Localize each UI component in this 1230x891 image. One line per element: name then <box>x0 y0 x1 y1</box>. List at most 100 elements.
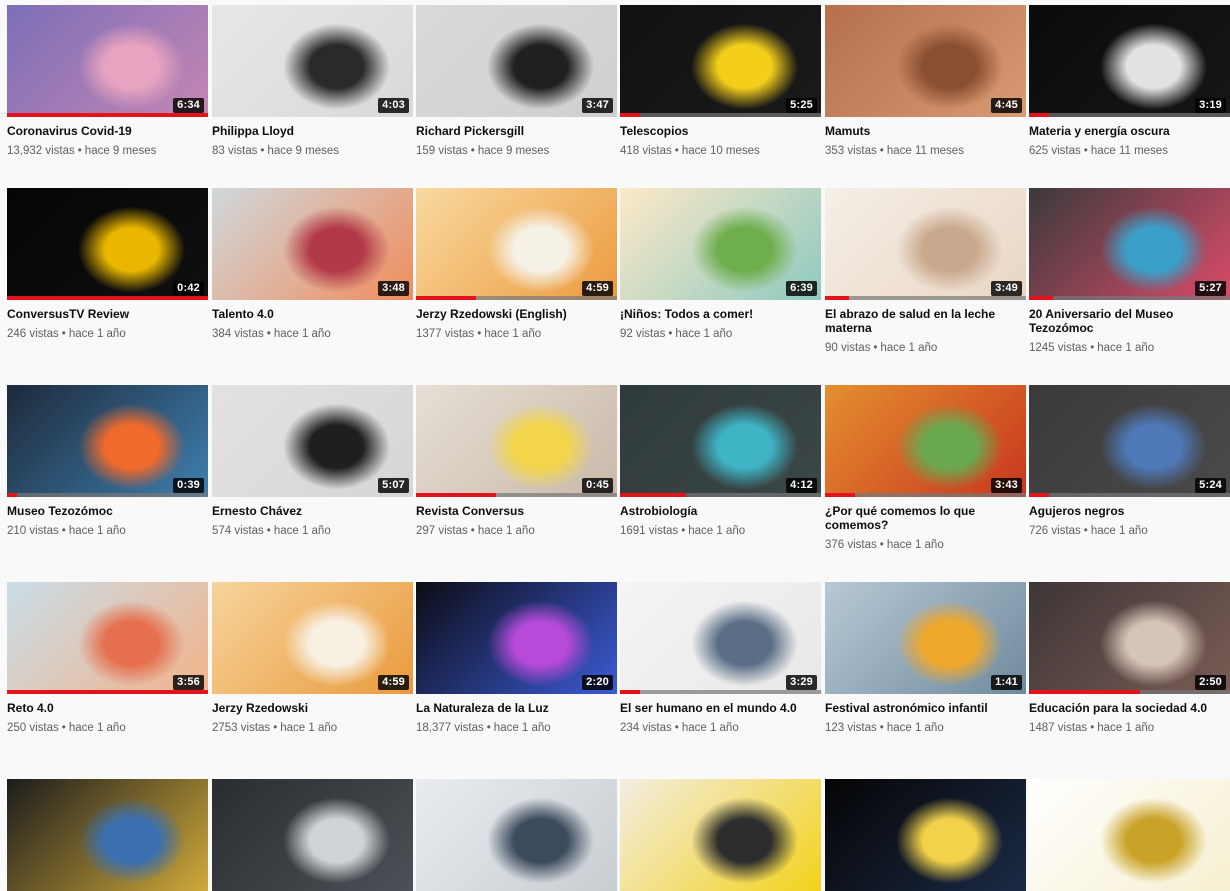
video-thumbnail[interactable]: 5:07 <box>212 385 413 497</box>
video-thumbnail[interactable] <box>825 779 1026 891</box>
video-title[interactable]: Jerzy Rzedowski (English) <box>416 307 608 321</box>
video-thumbnail[interactable]: 3:43 <box>825 385 1026 497</box>
video-thumbnail[interactable]: 3:19 <box>1029 5 1230 117</box>
video-title[interactable]: Talento 4.0 <box>212 307 404 321</box>
video-title[interactable]: ConversusTV Review <box>7 307 199 321</box>
video-card-video[interactable] <box>825 779 1026 891</box>
video-title[interactable]: Agujeros negros <box>1029 504 1221 518</box>
video-title[interactable]: El abrazo de salud en la leche materna <box>825 307 1017 335</box>
video-thumbnail[interactable]: 3:49 <box>825 188 1026 300</box>
video-title[interactable]: Educación para la sociedad 4.0 <box>1029 701 1221 715</box>
video-card-video[interactable] <box>212 779 413 891</box>
video-metadata: 1487 vistas • hace 1 año <box>1029 721 1230 735</box>
video-thumbnail[interactable]: 5:25 <box>620 5 821 117</box>
video-title[interactable]: Festival astronómico infantil <box>825 701 1017 715</box>
view-count: 297 vistas <box>416 525 468 537</box>
thumbnail-image <box>7 779 208 891</box>
video-card-telescopios[interactable]: 5:25 Telescopios 418 vistas • hace 10 meses <box>620 5 821 158</box>
video-thumbnail[interactable]: 3:47 <box>416 5 617 117</box>
video-thumbnail[interactable]: 4:59 <box>416 188 617 300</box>
video-title[interactable]: ¡Niños: Todos a comer! <box>620 307 812 321</box>
video-card-philippa-lloyd[interactable]: 4:03 Philippa Lloyd 83 vistas • hace 9 meses <box>212 5 413 158</box>
video-card-por-que-comemos-lo-que-comemos[interactable]: 3:43 ¿Por qué comemos lo que comemos? 376 … <box>825 385 1026 552</box>
video-thumbnail[interactable]: 4:03 <box>212 5 413 117</box>
video-thumbnail[interactable]: 0:42 <box>7 188 208 300</box>
video-title[interactable]: El ser humano en el mundo 4.0 <box>620 701 812 715</box>
thumbnail-image <box>416 779 617 891</box>
video-thumbnail[interactable]: 6:39 <box>620 188 821 300</box>
video-title[interactable]: Materia y energía oscura <box>1029 124 1221 138</box>
video-card-coronavirus-covid-19[interactable]: 6:34 Coronavirus Covid-19 13,932 vistas • ha… <box>7 5 208 158</box>
video-title[interactable]: La Naturaleza de la Luz <box>416 701 608 715</box>
video-thumbnail[interactable]: 3:29 <box>620 582 821 694</box>
video-title[interactable]: Jerzy Rzedowski <box>212 701 404 715</box>
video-title[interactable]: 20 Aniversario del Museo Tezozómoc <box>1029 307 1221 335</box>
video-card-materia-y-energia-oscura[interactable]: 3:19 Materia y energía oscura 625 vistas • h… <box>1029 5 1230 158</box>
video-title[interactable]: Telescopios <box>620 124 812 138</box>
video-card-el-abrazo-de-salud-en-la-leche-materna[interactable]: 3:49 El abrazo de salud en la leche mater… <box>825 188 1026 355</box>
video-card-jerzy-rzedowski[interactable]: 4:59 Jerzy Rzedowski 2753 vistas • hace 1 añ… <box>212 582 413 735</box>
video-title[interactable]: Reto 4.0 <box>7 701 199 715</box>
separator-dot: • <box>61 525 66 537</box>
video-card-talento-4-0[interactable]: 3:48 Talento 4.0 384 vistas • hace 1 año <box>212 188 413 341</box>
video-card-jerzy-rzedowski-english[interactable]: 4:59 Jerzy Rzedowski (English) 1377 vistas… <box>416 188 617 341</box>
video-thumbnail[interactable]: 4:12 <box>620 385 821 497</box>
video-card-astrobiologia[interactable]: 4:12 Astrobiología 1691 vistas • hace 1 año <box>620 385 821 538</box>
video-card-video[interactable] <box>620 779 821 891</box>
video-title[interactable]: Astrobiología <box>620 504 812 518</box>
video-card-video[interactable] <box>416 779 617 891</box>
video-card-conversustv-review[interactable]: 0:42 ConversusTV Review 246 vistas • hace 1 … <box>7 188 208 341</box>
view-count: 83 vistas <box>212 145 258 157</box>
video-title[interactable]: Museo Tezozómoc <box>7 504 199 518</box>
video-thumbnail[interactable]: 4:45 <box>825 5 1026 117</box>
video-title[interactable]: Revista Conversus <box>416 504 608 518</box>
video-thumbnail[interactable]: 2:50 <box>1029 582 1230 694</box>
video-card-mamuts[interactable]: 4:45 Mamuts 353 vistas • hace 11 meses <box>825 5 1026 158</box>
video-card-educacion-para-la-sociedad-4-0[interactable]: 2:50 Educación para la sociedad 4.0 1487 v… <box>1029 582 1230 735</box>
video-card-festival-astronomico-infantil[interactable]: 1:41 Festival astronómico infantil 123 vis… <box>825 582 1026 735</box>
video-card-la-naturaleza-de-la-luz[interactable]: 2:20 La Naturaleza de la Luz 18,377 vistas… <box>416 582 617 735</box>
video-card-video[interactable] <box>7 779 208 891</box>
video-card-ninos-todos-a-comer[interactable]: 6:39 ¡Niños: Todos a comer! 92 vistas • hace… <box>620 188 821 341</box>
video-title[interactable]: Philippa Lloyd <box>212 124 404 138</box>
video-thumbnail[interactable]: 4:59 <box>212 582 413 694</box>
video-thumbnail[interactable] <box>620 779 821 891</box>
video-title[interactable]: ¿Por qué comemos lo que comemos? <box>825 504 1017 532</box>
duration-badge: 3:49 <box>991 281 1022 296</box>
video-card-20-aniversario-del-museo-tezozomoc[interactable]: 5:27 20 Aniversario del Museo Tezozómoc 12… <box>1029 188 1230 355</box>
view-count: 574 vistas <box>212 525 264 537</box>
video-metadata: 353 vistas • hace 11 meses <box>825 144 1026 158</box>
video-thumbnail[interactable]: 0:45 <box>416 385 617 497</box>
video-thumbnail[interactable]: 3:56 <box>7 582 208 694</box>
duration-badge: 6:34 <box>173 98 204 113</box>
video-card-agujeros-negros[interactable]: 5:24 Agujeros negros 726 vistas • hace 1 año <box>1029 385 1230 538</box>
video-card-richard-pickersgill[interactable]: 3:47 Richard Pickersgill 159 vistas • hace 9… <box>416 5 617 158</box>
video-card-ernesto-chavez[interactable]: 5:07 Ernesto Chávez 574 vistas • hace 1 año <box>212 385 413 538</box>
video-thumbnail[interactable]: 2:20 <box>416 582 617 694</box>
view-count: 246 vistas <box>7 328 59 340</box>
video-thumbnail[interactable]: 1:41 <box>825 582 1026 694</box>
video-metadata: 574 vistas • hace 1 año <box>212 524 413 538</box>
duration-badge: 3:47 <box>582 98 613 113</box>
upload-age: hace 1 año <box>886 539 944 551</box>
video-card-video[interactable] <box>1029 779 1230 891</box>
video-thumbnail[interactable]: 5:24 <box>1029 385 1230 497</box>
video-card-reto-4-0[interactable]: 3:56 Reto 4.0 250 vistas • hace 1 año <box>7 582 208 735</box>
video-card-revista-conversus[interactable]: 0:45 Revista Conversus 297 vistas • hace 1 a… <box>416 385 617 538</box>
video-title[interactable]: Coronavirus Covid-19 <box>7 124 199 138</box>
watch-progress-fill <box>825 296 850 300</box>
video-thumbnail[interactable]: 6:34 <box>7 5 208 117</box>
video-thumbnail[interactable]: 3:48 <box>212 188 413 300</box>
video-thumbnail[interactable] <box>7 779 208 891</box>
video-title[interactable]: Mamuts <box>825 124 1017 138</box>
video-card-el-ser-humano-en-el-mundo-4-0[interactable]: 3:29 El ser humano en el mundo 4.0 234 vis… <box>620 582 821 735</box>
video-thumbnail[interactable]: 5:27 <box>1029 188 1230 300</box>
video-card-museo-tezozomoc[interactable]: 0:39 Museo Tezozómoc 210 vistas • hace 1 año <box>7 385 208 538</box>
video-thumbnail[interactable] <box>416 779 617 891</box>
video-thumbnail[interactable] <box>1029 779 1230 891</box>
video-thumbnail[interactable] <box>212 779 413 891</box>
video-title[interactable]: Richard Pickersgill <box>416 124 608 138</box>
video-title[interactable]: Ernesto Chávez <box>212 504 404 518</box>
video-thumbnail[interactable]: 0:39 <box>7 385 208 497</box>
watch-progress-bar <box>416 296 617 300</box>
